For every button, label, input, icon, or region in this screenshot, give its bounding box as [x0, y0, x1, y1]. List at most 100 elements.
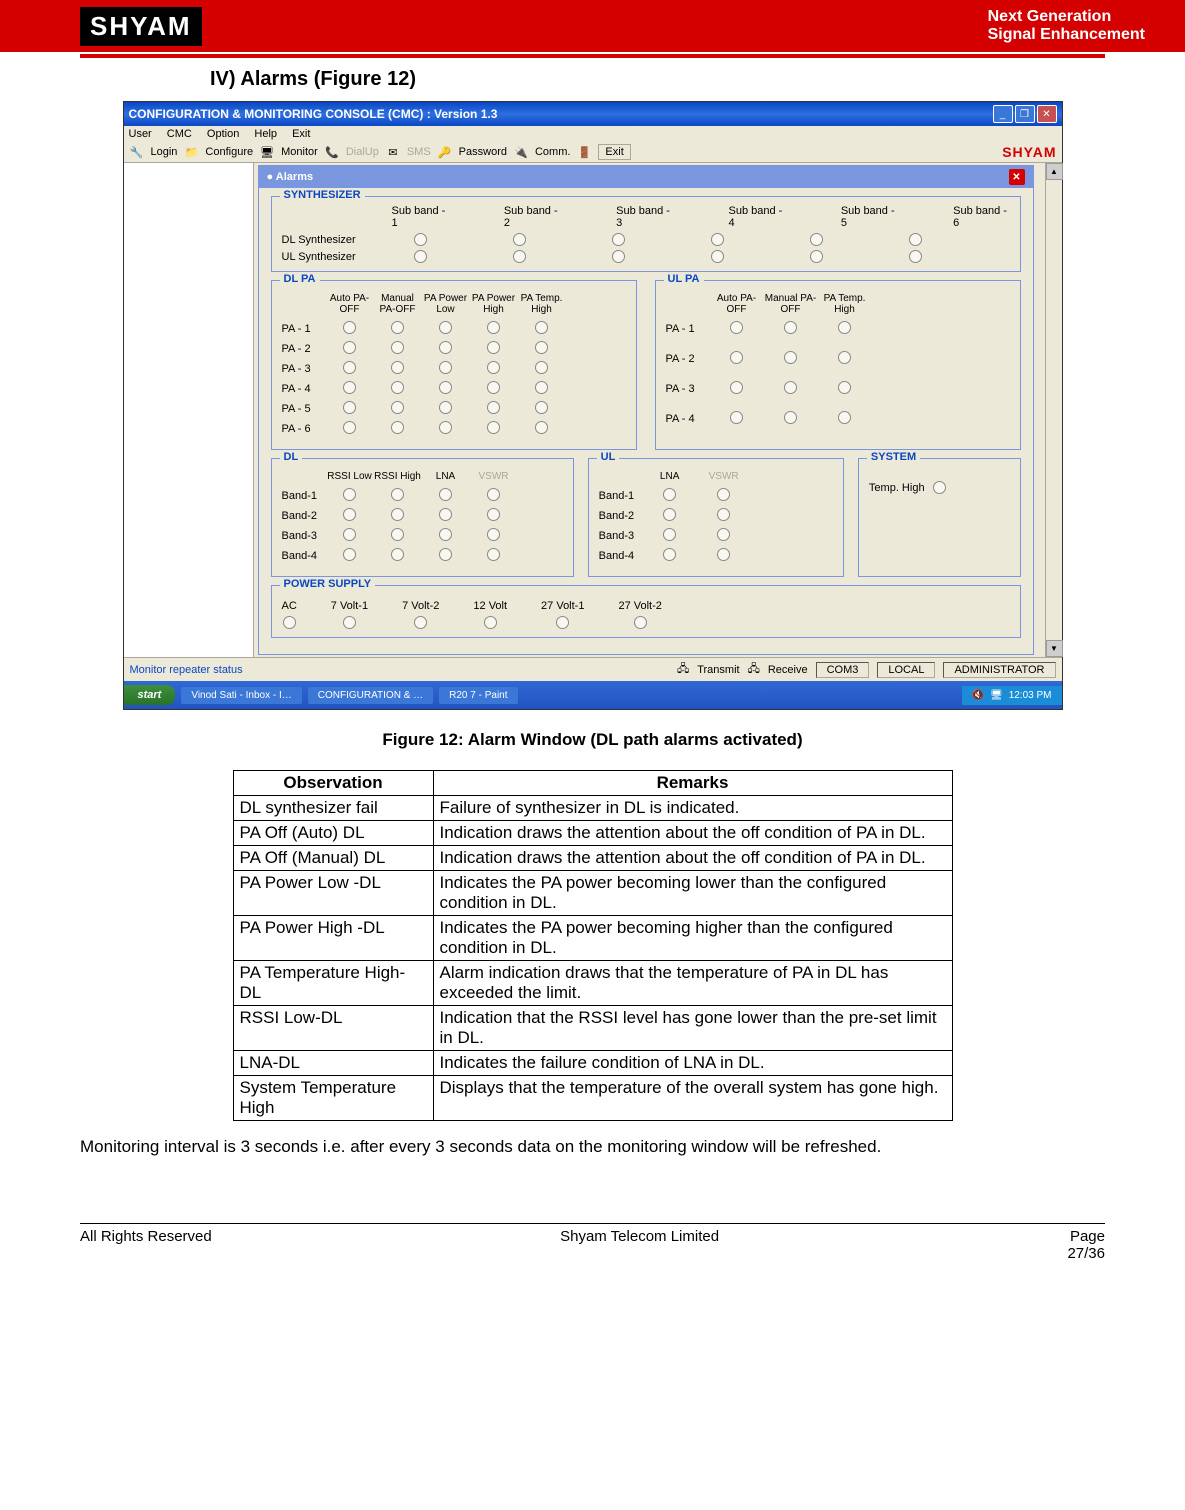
dialup-icon[interactable]: 📞: [324, 144, 340, 160]
led-indicator: [663, 488, 676, 501]
table-row: DL synthesizer failFailure of synthesize…: [233, 796, 952, 821]
dl-col-3: LNA: [422, 471, 470, 482]
table-cell: Indicates the PA power becoming lower th…: [433, 871, 952, 916]
led-indicator: [414, 250, 427, 263]
tb-monitor[interactable]: Monitor: [281, 146, 318, 158]
led-indicator: [784, 321, 797, 334]
ul-pa-legend: UL PA: [664, 273, 704, 285]
tb-sms[interactable]: SMS: [407, 146, 431, 158]
table-cell: PA Temperature High-DL: [233, 961, 433, 1006]
table-header: Observation: [233, 771, 433, 796]
led-cell: [643, 508, 697, 524]
exit-icon[interactable]: 🚪: [576, 144, 592, 160]
menu-help[interactable]: Help: [254, 128, 277, 140]
dlpa-col-4: PA Power High: [470, 293, 518, 315]
status-mode: LOCAL: [877, 662, 935, 678]
table-row: Band-1: [282, 488, 563, 504]
led-indicator: [343, 381, 356, 394]
table-row: Band-2: [599, 508, 833, 524]
menu-option[interactable]: Option: [207, 128, 239, 140]
taskbar-item[interactable]: R20 7 - Paint: [439, 687, 517, 704]
led-indicator: [439, 341, 452, 354]
table-cell: PA Off (Manual) DL: [233, 846, 433, 871]
scroll-up-icon[interactable]: ▲: [1046, 163, 1063, 180]
minimize-button[interactable]: _: [993, 105, 1013, 123]
table-cell: Indication that the RSSI level has gone …: [433, 1006, 952, 1051]
led-indicator: [439, 508, 452, 521]
led-indicator: [838, 411, 851, 424]
table-row: PA - 6: [282, 421, 626, 437]
table-row: PA - 2: [282, 341, 626, 357]
table-cell: Failure of synthesizer in DL is indicate…: [433, 796, 952, 821]
monitor-icon[interactable]: 🖥: [259, 144, 275, 160]
led-cell: [326, 528, 374, 544]
led-indicator: [343, 341, 356, 354]
led-indicator: [439, 401, 452, 414]
panel-close-icon[interactable]: ✕: [1009, 169, 1025, 185]
toolbar-brand: SHYAM: [1002, 144, 1056, 160]
table-row: Band-4: [599, 548, 833, 564]
power-label: 12 Volt: [473, 600, 507, 612]
tb-configure[interactable]: Configure: [205, 146, 253, 158]
power-item: AC: [282, 600, 297, 629]
led-indicator: [391, 401, 404, 414]
alarms-title: Alarms: [276, 171, 313, 183]
led-indicator: [487, 321, 500, 334]
led-indicator: [933, 481, 946, 494]
led-indicator: [634, 616, 647, 629]
ul-col-2: VSWR: [697, 471, 751, 482]
led-indicator: [487, 381, 500, 394]
tb-password[interactable]: Password: [459, 146, 507, 158]
row-label: PA - 5: [282, 403, 326, 415]
comm-icon[interactable]: 🔌: [513, 144, 529, 160]
banner-line1: Next Generation: [988, 8, 1145, 26]
tb-login[interactable]: Login: [151, 146, 178, 158]
menu-cmc[interactable]: CMC: [167, 128, 192, 140]
led-indicator: [711, 250, 724, 263]
ulpa-col-2: Manual PA-OFF: [764, 293, 818, 315]
tray-icon: 🖥: [990, 690, 1003, 701]
ulpa-col-1: Auto PA-OFF: [710, 293, 764, 315]
led-indicator: [535, 321, 548, 334]
led-cell: [710, 321, 764, 337]
maximize-button[interactable]: ❐: [1015, 105, 1035, 123]
window-title: CONFIGURATION & MONITORING CONSOLE (CMC)…: [129, 107, 498, 121]
synth-row-ul: UL Synthesizer: [282, 251, 372, 263]
led-cell: [470, 548, 518, 564]
tb-dialup[interactable]: DialUp: [346, 146, 379, 158]
led-indicator: [487, 488, 500, 501]
password-icon[interactable]: 🔑: [437, 144, 453, 160]
start-button[interactable]: start: [124, 685, 176, 705]
menubar: User CMC Option Help Exit: [124, 126, 1062, 142]
table-row: PA - 3: [666, 381, 1010, 397]
sms-icon[interactable]: ✉: [385, 144, 401, 160]
footer-right: Page 27/36: [1067, 1228, 1105, 1262]
status-transmit: Transmit: [697, 664, 739, 676]
table-row: PA - 1: [282, 321, 626, 337]
dl-pa-group: DL PA Auto PA-OFF Manual PA-OFF PA Power…: [271, 280, 637, 450]
led-cell: [374, 548, 422, 564]
vertical-scrollbar[interactable]: ▲ ▼: [1045, 163, 1062, 657]
banner-tagline: Next Generation Signal Enhancement: [988, 8, 1145, 44]
tb-exit-button[interactable]: Exit: [598, 144, 630, 160]
status-bar: Monitor repeater status 🖧 Transmit 🖧 Rec…: [124, 657, 1062, 681]
menu-exit[interactable]: Exit: [292, 128, 310, 140]
tb-comm[interactable]: Comm.: [535, 146, 570, 158]
power-label: AC: [282, 600, 297, 612]
ul-col-1: LNA: [643, 471, 697, 482]
led-indicator: [535, 421, 548, 434]
configure-icon[interactable]: 📁: [183, 144, 199, 160]
close-button[interactable]: ✕: [1037, 105, 1057, 123]
menu-user[interactable]: User: [129, 128, 152, 140]
table-row: Band-4: [282, 548, 563, 564]
system-tray[interactable]: 🔇 🖥 12:03 PM: [962, 686, 1062, 705]
row-label: PA - 4: [282, 383, 326, 395]
taskbar-item[interactable]: CONFIGURATION & …: [308, 687, 433, 704]
scroll-down-icon[interactable]: ▼: [1046, 640, 1063, 657]
wizard-icon[interactable]: 🔧: [129, 144, 145, 160]
observation-table: Observation Remarks DL synthesizer failF…: [233, 770, 953, 1121]
led-indicator: [663, 528, 676, 541]
taskbar: start Vinod Sati - Inbox - I… CONFIGURAT…: [124, 681, 1062, 709]
taskbar-item[interactable]: Vinod Sati - Inbox - I…: [181, 687, 301, 704]
led-cell: [518, 321, 566, 337]
